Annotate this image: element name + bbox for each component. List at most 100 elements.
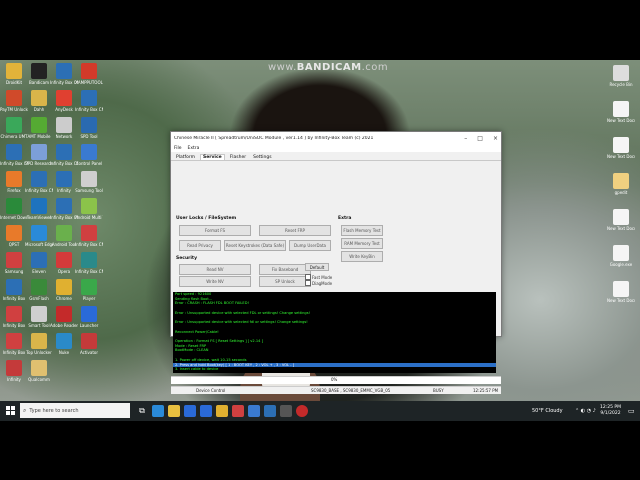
edge-icon[interactable] — [152, 405, 164, 417]
desktop-icon[interactable]: Chimera UMT — [0, 117, 28, 139]
desktop-icon-label: New Text Document — [607, 154, 635, 159]
desktop-icon[interactable]: DroidKit — [0, 63, 28, 85]
app-icon-2[interactable] — [264, 405, 276, 417]
desktop-icon[interactable]: Infinity Box — [0, 333, 28, 355]
desktop-icon[interactable]: Infinity Box — [0, 279, 28, 301]
desktop-icon[interactable]: Internet Download Manager — [0, 198, 28, 220]
desktop-icon[interactable]: Android Tool — [50, 225, 78, 247]
desktop-icon[interactable]: Infinity Box CM2BRK — [75, 252, 103, 274]
desktop-icon[interactable]: Microsoft Edge — [25, 225, 53, 247]
desktop-icon[interactable]: Top Unlocker — [25, 333, 53, 355]
desktop-icon[interactable]: Firefox — [0, 171, 28, 193]
desktop-icon[interactable]: Launcher — [75, 306, 103, 328]
desktop-icon[interactable]: Eleven — [25, 252, 53, 274]
desktop-icon[interactable]: New Text Document — [607, 209, 635, 231]
desktop-icon[interactable]: Infinity — [0, 360, 28, 382]
desktop-icon[interactable]: Nuke — [50, 333, 78, 355]
desktop-icon[interactable]: Control Panel — [75, 144, 103, 166]
read-privacy-button[interactable]: Read Privacy — [179, 240, 221, 251]
app-icon[interactable] — [248, 405, 260, 417]
desktop-icon[interactable]: gpedit — [607, 173, 635, 195]
desktop-icon[interactable]: Player — [75, 279, 103, 301]
format-fs-button[interactable]: Format FS — [179, 225, 251, 236]
desktop-icon[interactable]: Infinity — [50, 171, 78, 193]
close-icon[interactable]: × — [493, 135, 498, 142]
desktop-icon[interactable]: New Text Document — [607, 281, 635, 303]
window-titlebar[interactable]: Chinese Miracle II [ Spreadtrum/UniSOC M… — [171, 132, 501, 144]
write-nv-button[interactable]: Write NV — [179, 276, 251, 287]
desktop-icon[interactable]: AMT Mobile — [25, 117, 53, 139]
taskbar-clock[interactable]: 12:25 PM 9/1/2022 — [600, 401, 621, 421]
desktop-icon[interactable]: SPD Tool — [75, 117, 103, 139]
desktop-icon[interactable]: New Text Document — [607, 101, 635, 123]
file-explorer-icon[interactable] — [168, 405, 180, 417]
chinese-miracle-icon[interactable] — [280, 405, 292, 417]
desktop-icon[interactable]: New Text Document — [607, 137, 635, 159]
log-console[interactable]: Port speed : 921600 Sending flash Boot...… — [173, 292, 496, 373]
desktop-icon[interactable]: Dahh — [25, 90, 53, 112]
desktop-icon[interactable]: Infinity Box CM2QLM — [0, 144, 28, 166]
desktop-icon[interactable]: GsmFlash — [25, 279, 53, 301]
flash-memory-test-button[interactable]: Flash Memory Test — [341, 225, 383, 236]
bandicam-watermark: www.BANDICAM.com — [268, 62, 389, 73]
weather-widget[interactable]: 50°F Cloudy — [532, 401, 563, 421]
diag-mode-checkbox[interactable]: DiagMode — [305, 280, 332, 286]
tab-platform[interactable]: Platform — [174, 155, 197, 160]
desktop-icon[interactable]: PayTM Unlocker — [0, 90, 28, 112]
app-icon — [31, 198, 47, 214]
maximize-icon[interactable]: □ — [477, 135, 483, 142]
reset-frp-button[interactable]: Reset FRP — [259, 225, 331, 236]
tray-icons[interactable]: ⌃ ◐ ◔ ♪ — [575, 401, 596, 421]
desktop-icon[interactable]: Infinity Box CM2MT2 — [50, 198, 78, 220]
desktop-icon[interactable]: Qualcomm — [25, 360, 53, 382]
menu-extra[interactable]: Extra — [188, 146, 200, 151]
taskbar-search-input[interactable]: ⌕ Type here to search — [20, 403, 130, 418]
store-icon[interactable] — [184, 405, 196, 417]
menu-file[interactable]: File — [174, 146, 182, 151]
sp-unlock-button[interactable]: SP Unlock — [259, 276, 311, 287]
desktop-icon[interactable]: Infinity Box CM2SPD — [25, 171, 53, 193]
tab-settings[interactable]: Settings — [251, 155, 273, 160]
desktop-icon[interactable]: Infinity Box CM2SPD — [75, 90, 103, 112]
app-icon — [31, 225, 47, 241]
desktop-icon[interactable]: AnyDesk — [50, 90, 78, 112]
desktop-icon[interactable]: Adobe Reader — [50, 306, 78, 328]
minimize-icon[interactable]: – — [464, 135, 467, 142]
desktop-icon[interactable]: Bandicam — [25, 63, 53, 85]
desktop-icon[interactable]: Infinity Box CM2RSA — [50, 144, 78, 166]
bandicam-record-icon[interactable] — [296, 405, 308, 417]
read-nv-button[interactable]: Read NV — [179, 264, 251, 275]
desktop-icon[interactable]: Infinity Box — [0, 306, 28, 328]
desktop-icon[interactable]: QPST — [0, 225, 28, 247]
desktop-icon[interactable]: Infinity Box CM2MTK — [50, 63, 78, 85]
desktop-icon[interactable]: Samsung — [0, 252, 28, 274]
write-keybin-button[interactable]: Write KeyBin — [341, 251, 383, 262]
default-button[interactable]: Default — [305, 263, 329, 271]
windows-start-icon[interactable] — [6, 406, 16, 416]
desktop-icon[interactable]: Recycle Bin — [607, 65, 635, 87]
task-view-icon[interactable]: ⧉ — [136, 405, 148, 417]
ram-memory-test-button[interactable]: RAM Memory Test — [341, 238, 383, 249]
desktop-icon[interactable]: SPD Research — [25, 144, 53, 166]
desktop-icon[interactable]: Samsung Tool — [75, 171, 103, 193]
app-icon — [31, 171, 47, 187]
desktop-icon[interactable]: Chrome — [50, 279, 78, 301]
desktop-icon[interactable]: Smart Tool — [25, 306, 53, 328]
notification-icon[interactable]: ▭ — [628, 401, 635, 421]
mail-icon[interactable] — [200, 405, 212, 417]
desktop-icon[interactable]: Android Multi Tool — [75, 198, 103, 220]
desktop-icon[interactable]: XAMPPUTOOL — [75, 63, 103, 85]
desktop-icon[interactable]: Infinity Box CM2SP2 — [75, 225, 103, 247]
desktop-icon[interactable]: TeamViewer — [25, 198, 53, 220]
reset-settings-button[interactable]: Reset Keystrokes (Data Safe) — [224, 240, 286, 251]
desktop-icon[interactable]: Activator — [75, 333, 103, 355]
tab-flasher[interactable]: Flasher — [228, 155, 248, 160]
desktop-icon[interactable]: Network — [50, 117, 78, 139]
dump-userdata-button[interactable]: Dump UserData — [289, 240, 331, 251]
fix-baseband-button[interactable]: Fix Baseband — [259, 264, 311, 275]
desktop-icon[interactable]: Opera — [50, 252, 78, 274]
chrome-icon[interactable] — [216, 405, 228, 417]
desktop-icon[interactable]: Google.exe — [607, 245, 635, 267]
tab-service[interactable]: Service — [199, 154, 225, 160]
infinity-box-icon[interactable] — [232, 405, 244, 417]
